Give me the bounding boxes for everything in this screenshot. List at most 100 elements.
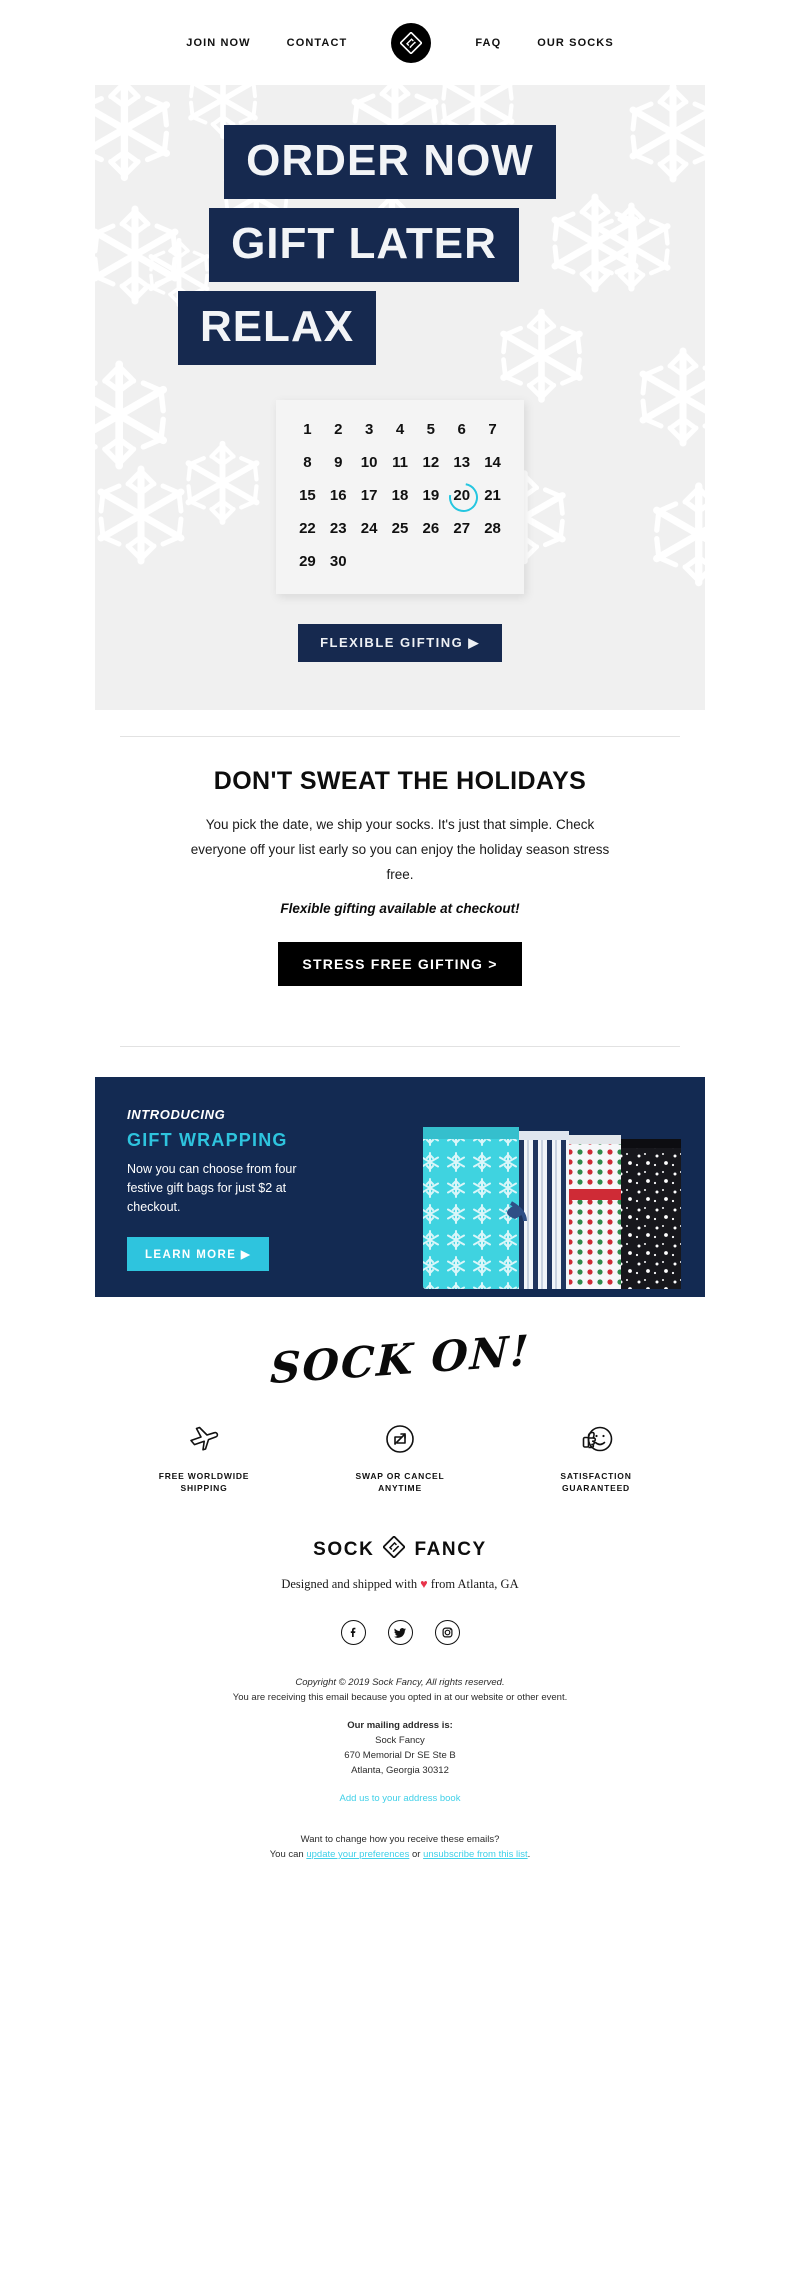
calendar-day[interactable]: 24 bbox=[354, 519, 385, 539]
nav-contact[interactable]: CONTACT bbox=[287, 37, 348, 49]
calendar-day[interactable]: 25 bbox=[385, 519, 416, 539]
sock-fancy-diamond-logo-icon[interactable] bbox=[391, 22, 432, 63]
holidays-paragraph: You pick the date, we ship your socks. I… bbox=[190, 817, 610, 882]
calendar-day[interactable]: 13 bbox=[446, 453, 477, 473]
opt-in-notice: You are receiving this email because you… bbox=[232, 1692, 568, 1703]
airplane-icon bbox=[139, 1418, 269, 1460]
benefit-free-shipping: FREE WORLDWIDE SHIPPING bbox=[139, 1418, 269, 1494]
footer-tagline: Designed and shipped with ♥ from Atlanta… bbox=[0, 1577, 800, 1592]
calendar-day[interactable]: 3 bbox=[354, 420, 385, 440]
calendar-day[interactable]: 15 bbox=[292, 486, 323, 506]
calendar-day[interactable]: 17 bbox=[354, 486, 385, 506]
gift-banner-copy-text: Now you can choose from four festive gif… bbox=[127, 1162, 297, 1214]
calendar-day[interactable]: 4 bbox=[385, 420, 416, 440]
social-links bbox=[0, 1620, 800, 1645]
calendar-day[interactable]: 22 bbox=[292, 519, 323, 539]
sock-on-wordmark: SOCK ON! bbox=[269, 1325, 531, 1394]
benefit-label: SATISFACTION GUARANTEED bbox=[560, 1471, 632, 1493]
facebook-icon[interactable] bbox=[340, 1620, 366, 1645]
calendar-day[interactable]: 11 bbox=[385, 453, 416, 473]
calendar-day[interactable]: 29 bbox=[292, 552, 323, 572]
brand-word-sock: SOCK bbox=[313, 1538, 375, 1560]
calendar-day[interactable]: 14 bbox=[477, 453, 508, 473]
nav-our-socks[interactable]: OUR SOCKS bbox=[537, 37, 614, 49]
benefit-label: SWAP OR CANCEL ANYTIME bbox=[355, 1471, 445, 1493]
sock-fancy-brand-lockup: SOCK FANCY bbox=[0, 1535, 800, 1563]
hero-section: ORDER NOW GIFT LATER RELAX 1 2 3 4 5 6 7 8 9 10 11… bbox=[95, 85, 705, 710]
address-line-2: 670 Memorial Dr SE Ste B bbox=[344, 1750, 456, 1761]
hero-headline-line-3: RELAX bbox=[177, 291, 377, 365]
flexible-gifting-label: FLEXIBLE GIFTING bbox=[320, 635, 464, 650]
gift-banner-copy: INTRODUCING GIFT WRAPPING Now you can ch… bbox=[95, 1077, 365, 1297]
prefs-suffix: . bbox=[527, 1849, 531, 1860]
hero-headline-line-1: ORDER NOW bbox=[224, 125, 556, 199]
calendar-day[interactable]: 2 bbox=[323, 420, 354, 440]
calendar-day[interactable]: 26 bbox=[415, 519, 446, 539]
preferences-line: You can update your preferences or unsub… bbox=[0, 1847, 800, 1862]
benefit-label: FREE WORLDWIDE SHIPPING bbox=[158, 1471, 250, 1493]
gift-bags-image bbox=[365, 1077, 705, 1297]
gift-banner-title: GIFT WRAPPING bbox=[127, 1130, 288, 1150]
benefits-row: FREE WORLDWIDE SHIPPING SWAP OR CANCEL A… bbox=[0, 1384, 800, 1494]
prefs-middle: or bbox=[409, 1849, 424, 1860]
nav-join-now[interactable]: JOIN NOW bbox=[186, 37, 250, 49]
holidays-emphasis: Flexible gifting available at checkout! bbox=[280, 901, 520, 916]
calendar-day[interactable]: 1 bbox=[292, 420, 323, 440]
brand-word-fancy: FANCY bbox=[414, 1538, 487, 1560]
address-line-1: Sock Fancy bbox=[375, 1735, 425, 1746]
diamond-logo-icon bbox=[382, 1535, 407, 1563]
copyright-text: Copyright © 2019 Sock Fancy, All rights … bbox=[295, 1677, 505, 1688]
arrow-right-icon: ▶ bbox=[468, 635, 480, 650]
calendar-day[interactable]: 19 bbox=[415, 486, 446, 506]
top-navigation: JOIN NOW CONTACT FAQ OUR SOCKS bbox=[0, 0, 800, 85]
calendar-day[interactable]: 12 bbox=[415, 453, 446, 473]
divider-bottom bbox=[120, 1046, 680, 1047]
calendar-day[interactable]: 7 bbox=[477, 420, 508, 440]
holidays-section: DON'T SWEAT THE HOLIDAYS You pick the da… bbox=[0, 736, 800, 1047]
calendar-day[interactable]: 21 bbox=[477, 486, 508, 506]
calendar-day[interactable]: 30 bbox=[323, 552, 354, 572]
add-to-address-book-link[interactable]: Add us to your address book bbox=[340, 1793, 461, 1804]
calendar-day[interactable]: 18 bbox=[385, 486, 416, 506]
calendar-day[interactable]: 23 bbox=[323, 519, 354, 539]
flexible-gifting-button[interactable]: FLEXIBLE GIFTING ▶ bbox=[298, 624, 502, 662]
preferences-question: Want to change how you receive these ema… bbox=[300, 1834, 500, 1845]
calendar-day[interactable]: 10 bbox=[354, 453, 385, 473]
page-title: DON'T SWEAT THE HOLIDAYS bbox=[213, 767, 587, 795]
benefit-satisfaction: SATISFACTION GUARANTEED bbox=[531, 1418, 661, 1494]
arrow-right-icon: ▶ bbox=[240, 1249, 252, 1261]
tagline-after: from Atlanta, GA bbox=[427, 1577, 519, 1591]
unsubscribe-link[interactable]: unsubscribe from this list bbox=[423, 1849, 528, 1860]
calendar-day[interactable]: 8 bbox=[292, 453, 323, 473]
swap-arrows-circle-icon bbox=[335, 1418, 465, 1460]
stress-free-gifting-button[interactable]: STRESS FREE GIFTING > bbox=[278, 942, 522, 986]
calendar-day[interactable]: 28 bbox=[477, 519, 508, 539]
heart-icon: ♥ bbox=[420, 1577, 428, 1591]
nav-faq[interactable]: FAQ bbox=[475, 37, 501, 49]
footer-fine-print: Copyright © 2019 Sock Fancy, All rights … bbox=[0, 1675, 800, 1908]
prefs-prefix: You can bbox=[269, 1849, 307, 1860]
tagline-before: Designed and shipped with bbox=[281, 1577, 421, 1591]
update-preferences-link[interactable]: update your preferences bbox=[306, 1849, 409, 1860]
calendar-day[interactable]: 27 bbox=[446, 519, 477, 539]
instagram-icon[interactable] bbox=[434, 1620, 460, 1645]
calendar-day[interactable]: 9 bbox=[323, 453, 354, 473]
gift-banner-kicker: INTRODUCING bbox=[127, 1107, 226, 1122]
calendar-day-grid[interactable]: 1 2 3 4 5 6 7 8 9 10 11 12 13 14 15 16 17 18 19 20 21 22 23 24 2… bbox=[292, 420, 508, 572]
calendar-day[interactable]: 6 bbox=[446, 420, 477, 440]
address-line-3: Atlanta, Georgia 30312 bbox=[351, 1765, 449, 1776]
calendar-day[interactable]: 16 bbox=[323, 486, 354, 506]
mailing-address-heading: Our mailing address is: bbox=[347, 1720, 453, 1731]
sock-on-section: SOCK ON! bbox=[0, 1297, 800, 1393]
gift-wrapping-banner: INTRODUCING GIFT WRAPPING Now you can ch… bbox=[95, 1077, 705, 1297]
calendar-day[interactable]: 5 bbox=[415, 420, 446, 440]
snowflake-gift-bag bbox=[423, 1127, 527, 1289]
twitter-icon[interactable] bbox=[387, 1620, 413, 1645]
calendar-day-selected[interactable]: 20 bbox=[446, 486, 477, 506]
starry-night-gift-bag bbox=[615, 1139, 681, 1289]
benefit-swap-or-cancel: SWAP OR CANCEL ANYTIME bbox=[335, 1418, 465, 1494]
learn-more-button[interactable]: LEARN MORE ▶ bbox=[127, 1237, 270, 1271]
learn-more-label: LEARN MORE bbox=[145, 1249, 237, 1261]
polka-dot-gift-bag bbox=[561, 1135, 621, 1289]
calendar-card: 1 2 3 4 5 6 7 8 9 10 11 12 13 14 15 16 17 18 19 20 21 22 23 24 2… bbox=[276, 400, 524, 594]
